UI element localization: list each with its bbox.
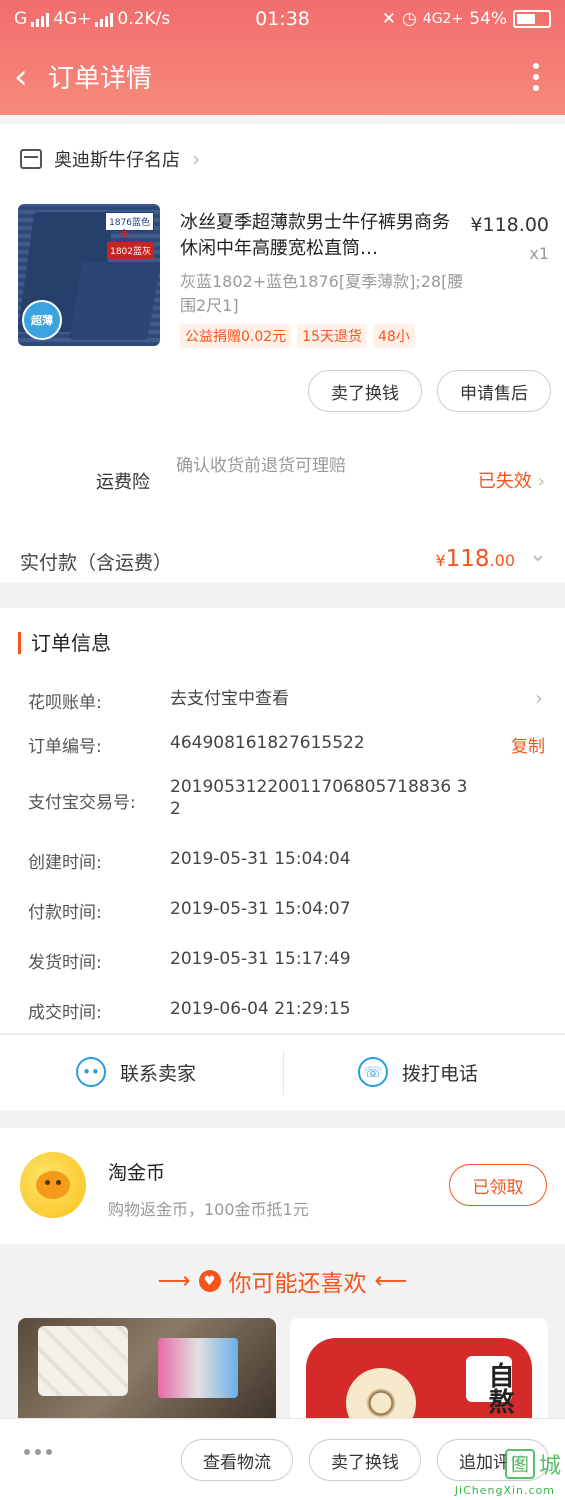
watermark-logo-icon: 图 bbox=[504, 1449, 535, 1479]
chevron-right-icon: › bbox=[535, 686, 543, 710]
call-phone-button[interactable]: ☏ 拨打电话 bbox=[358, 1057, 478, 1087]
image-plus: + bbox=[118, 226, 130, 242]
more-icon[interactable] bbox=[521, 62, 551, 91]
paid-currency: ¥ bbox=[435, 551, 446, 570]
signal-icon-2 bbox=[95, 11, 114, 27]
network-label: G bbox=[14, 9, 28, 29]
arrow-left-deco: ⟶ bbox=[157, 1268, 191, 1294]
info-value-completed: 2019-06-04 21:29:15 bbox=[170, 999, 351, 1019]
recommend-header: ⟶ ♥ 你可能还喜欢 ⟵ bbox=[0, 1264, 565, 1298]
info-label-huabei: 花呗账单: bbox=[28, 693, 102, 713]
info-value-shipped: 2019-05-31 15:17:49 bbox=[170, 949, 351, 969]
paid-integer: 118 bbox=[445, 546, 490, 572]
sell-exchange-bottom-button[interactable]: 卖了换钱 bbox=[309, 1439, 421, 1481]
status-bar: G 4G+ 0.2K/s 01:38 ✕ ◷ 4G2+ 54% bbox=[0, 0, 565, 38]
phone-icon: ☏ bbox=[358, 1057, 388, 1087]
tag-48h: 48小 bbox=[373, 324, 415, 348]
contact-seller-label: 联系卖家 bbox=[120, 1062, 197, 1085]
product-price: ¥118.00 bbox=[470, 214, 549, 236]
network-right-label: 4G2+ bbox=[422, 11, 464, 27]
watermark-text: 城 bbox=[538, 1454, 561, 1479]
insurance-status[interactable]: 已失效 › bbox=[478, 467, 545, 493]
navbar: ‹ 订单详情 bbox=[0, 38, 565, 115]
info-label-alipay-no: 支付宝交易号: bbox=[28, 793, 136, 813]
info-label-shipped: 发货时间: bbox=[28, 953, 102, 973]
coins-card: 淘金币 购物返金币，100金币抵1元 已领取 bbox=[0, 1128, 565, 1244]
heart-icon: ♥ bbox=[198, 1270, 221, 1292]
product-tags: 公益捐赠0.02元 15天退货 48小 bbox=[180, 324, 415, 348]
view-logistics-button[interactable]: 查看物流 bbox=[181, 1439, 293, 1481]
product-quantity: x1 bbox=[529, 244, 549, 263]
net-speed: 0.2K/s bbox=[117, 9, 171, 29]
product-sku: 灰蓝1802+蓝色1876[夏季薄款];28[腰围2尺1] bbox=[180, 272, 464, 315]
chevron-down-icon[interactable]: ⌄ bbox=[529, 542, 547, 567]
tag-charity: 公益捐赠0.02元 bbox=[180, 324, 292, 348]
recommend-item-2[interactable]: 自熬 bbox=[290, 1318, 548, 1428]
signal-icon bbox=[31, 11, 50, 27]
info-value-huabei[interactable]: 去支付宝中查看 bbox=[170, 688, 470, 710]
network-4g-label: 4G+ bbox=[53, 9, 92, 29]
arrow-right-deco: ⟵ bbox=[374, 1268, 408, 1294]
back-icon[interactable]: ‹ bbox=[14, 60, 44, 94]
product-image[interactable]: 1876蓝色 + 1802蓝灰 超薄 bbox=[18, 204, 160, 346]
coins-claimed-button[interactable]: 已领取 bbox=[449, 1164, 547, 1206]
info-label-created: 创建时间: bbox=[28, 853, 102, 873]
product-title[interactable]: 冰丝夏季超薄款男士牛仔裤男商务休闲中年高腰宽松直筒… bbox=[180, 210, 450, 262]
insurance-desc: 确认收货前退货可理赔 bbox=[176, 456, 346, 476]
coins-desc: 购物返金币，100金币抵1元 bbox=[108, 1200, 309, 1219]
shop-row[interactable]: 奥迪斯牛仔名店 › bbox=[20, 146, 200, 172]
insurance-status-label: 已失效 bbox=[477, 471, 532, 492]
order-info-title: 订单信息 bbox=[18, 632, 111, 654]
info-label-paid: 付款时间: bbox=[28, 903, 102, 923]
after-sale-button[interactable]: 申请售后 bbox=[437, 370, 551, 412]
page-title: 订单详情 bbox=[48, 64, 153, 94]
recommend-image-1 bbox=[18, 1318, 276, 1428]
info-value-created: 2019-05-31 15:04:04 bbox=[170, 849, 351, 869]
chat-icon: •• bbox=[76, 1057, 106, 1087]
info-label-order-no: 订单编号: bbox=[28, 737, 102, 757]
info-value-order-no: 464908161827615522 bbox=[170, 733, 365, 753]
tag-return: 15天退货 bbox=[297, 324, 367, 348]
divider bbox=[283, 1051, 284, 1095]
chevron-right-icon: › bbox=[192, 147, 200, 171]
recommend-item-1[interactable] bbox=[18, 1318, 276, 1428]
recommend-title: 你可能还喜欢 bbox=[228, 1271, 367, 1297]
insurance-title: 运费险 bbox=[96, 472, 150, 493]
clock: 01:38 bbox=[255, 8, 310, 30]
chevron-right-icon: › bbox=[537, 471, 545, 492]
order-info-card: 订单信息 花呗账单: 去支付宝中查看 › 订单编号: 4649081618276… bbox=[0, 608, 565, 1033]
header: G 4G+ 0.2K/s 01:38 ✕ ◷ 4G2+ 54% ‹ 订单详情 bbox=[0, 0, 565, 115]
battery-percent: 54% bbox=[469, 9, 507, 29]
recommend-image-2-text: 自熬 bbox=[484, 1362, 514, 1414]
more-dots-icon[interactable] bbox=[24, 1449, 52, 1455]
order-item-card: 奥迪斯牛仔名店 › 1876蓝色 + 1802蓝灰 超薄 冰丝夏季超薄款男士牛仔… bbox=[0, 124, 565, 582]
paid-decimal: .00 bbox=[489, 551, 515, 570]
info-label-completed: 成交时间: bbox=[28, 1003, 102, 1023]
contact-seller-button[interactable]: •• 联系卖家 bbox=[76, 1057, 196, 1087]
watermark: 图 城 bbox=[504, 1448, 561, 1480]
paid-label: 实付款（含运费） bbox=[20, 552, 173, 574]
shop-name: 奥迪斯牛仔名店 bbox=[54, 150, 180, 171]
battery-icon bbox=[513, 10, 551, 28]
paid-amount: ¥118.00 bbox=[435, 546, 515, 572]
copy-button[interactable]: 复制 bbox=[511, 732, 545, 757]
coin-icon bbox=[20, 1152, 86, 1218]
shop-icon bbox=[20, 149, 42, 169]
watermark-sub: JiChengXin.com bbox=[454, 1484, 555, 1497]
call-phone-label: 拨打电话 bbox=[402, 1062, 479, 1085]
mute-icon: ✕ bbox=[381, 9, 396, 29]
image-badge: 超薄 bbox=[22, 300, 62, 340]
sell-exchange-button[interactable]: 卖了换钱 bbox=[308, 370, 422, 412]
info-value-paid: 2019-05-31 15:04:07 bbox=[170, 899, 351, 919]
info-value-alipay-no: 20190531220011706805718836 32 bbox=[170, 777, 468, 819]
alarm-icon: ◷ bbox=[401, 9, 417, 29]
image-tag-red: 1802蓝灰 bbox=[107, 242, 154, 259]
coins-title: 淘金币 bbox=[108, 1162, 166, 1184]
contact-bar: •• 联系卖家 ☏ 拨打电话 bbox=[0, 1034, 565, 1110]
